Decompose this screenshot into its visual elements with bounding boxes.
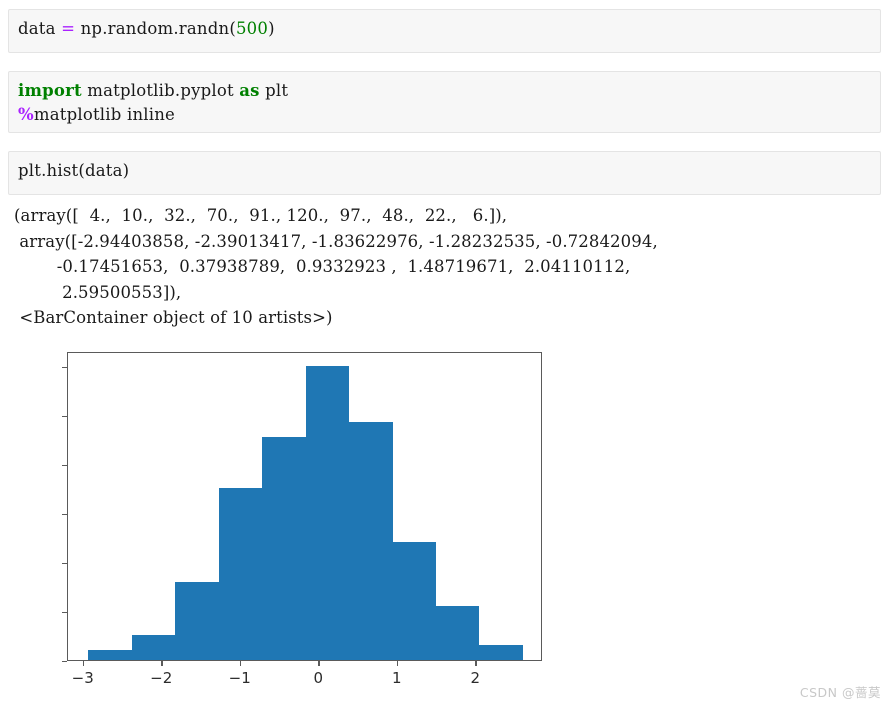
y-tick-mark	[62, 562, 67, 565]
histogram-bar	[131, 635, 176, 660]
histogram-bar	[218, 488, 263, 660]
code-token-kw: as	[239, 81, 260, 100]
histogram-bar	[175, 581, 219, 660]
plot-axes-frame	[67, 352, 542, 661]
x-tick-mark	[318, 661, 320, 666]
code-token-plain: np.random.randn	[75, 19, 230, 38]
code-token-kw: import	[18, 81, 82, 100]
code-cell-3[interactable]: plt.hist(data)	[8, 151, 881, 195]
histogram-bar	[436, 606, 480, 660]
cell-output-text: (array([ 4., 10., 32., 70., 91., 120., 9…	[14, 203, 874, 331]
x-tick-label: 0	[313, 669, 323, 687]
histogram-figure: 020406080100120−3−2−1012	[0, 340, 600, 700]
x-tick-mark	[475, 661, 477, 666]
code-token-plain: (	[229, 19, 236, 38]
code-line: import matplotlib.pyplot as plt	[18, 79, 870, 103]
x-tick-label: −2	[150, 669, 173, 687]
histogram-bar	[262, 436, 306, 660]
output-line: (array([ 4., 10., 32., 70., 91., 120., 9…	[14, 206, 508, 225]
code-token-num: 500	[235, 19, 269, 38]
x-tick-mark	[239, 661, 242, 666]
code-token-plain: matplotlib inline	[33, 105, 176, 124]
output-line: 2.59500553]),	[14, 282, 182, 302]
code-token-magic: %	[18, 105, 34, 124]
y-tick-mark	[62, 464, 67, 467]
histogram-bar	[305, 365, 350, 660]
x-tick-label: −1	[228, 669, 251, 687]
x-tick-label: 2	[470, 669, 481, 687]
y-tick-mark	[62, 366, 67, 368]
x-tick-mark	[396, 661, 399, 666]
y-tick-mark	[62, 513, 67, 516]
code-cell-2[interactable]: import matplotlib.pyplot as plt %matplotl…	[8, 71, 881, 133]
code-token-plain: )	[268, 19, 275, 38]
y-tick-mark	[62, 415, 67, 418]
plot-area	[68, 353, 541, 660]
code-token-op: =	[61, 19, 76, 38]
histogram-bar	[349, 422, 393, 660]
x-tick-mark	[161, 661, 163, 666]
code-token-plain: data	[18, 19, 62, 38]
code-token-plain: plt.hist(data)	[18, 161, 130, 180]
y-tick-mark	[62, 661, 67, 663]
x-tick-mark	[82, 661, 84, 666]
output-line: array([-2.94403858, -2.39013417, -1.8362…	[14, 231, 658, 251]
output-line: <BarContainer object of 10 artists>)	[14, 308, 333, 327]
code-line: %matplotlib inline	[18, 103, 870, 127]
code-line: plt.hist(data)	[18, 159, 870, 183]
output-line: -0.17451653, 0.37938789, 0.9332923 , 1.4…	[14, 257, 631, 276]
histogram-bar	[392, 542, 436, 660]
csdn-watermark: CSDN @蔷莫	[799, 685, 881, 700]
code-token-plain: matplotlib.pyplot	[81, 81, 240, 100]
y-tick-mark	[62, 611, 67, 614]
code-token-plain: plt	[259, 81, 289, 100]
code-line: data = np.random.randn(500)	[18, 17, 870, 41]
x-tick-label: 1	[391, 669, 402, 687]
x-tick-label: −3	[71, 669, 94, 687]
histogram-bar	[88, 650, 132, 660]
code-cell-1[interactable]: data = np.random.randn(500)	[8, 9, 881, 53]
histogram-bar	[479, 645, 523, 660]
